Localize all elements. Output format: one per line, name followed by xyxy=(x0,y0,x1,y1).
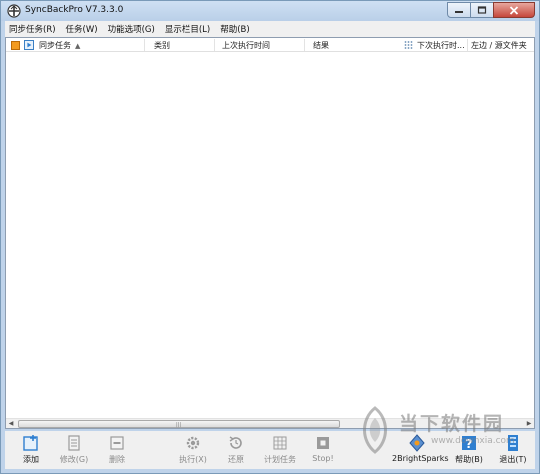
maximize-button[interactable] xyxy=(470,2,494,18)
close-icon xyxy=(509,5,519,15)
column-header-profile[interactable]: 同步任务 ▲ xyxy=(39,40,80,51)
restore-icon xyxy=(229,436,242,449)
svg-text:?: ? xyxy=(466,437,473,451)
column-header-type[interactable]: 类别 xyxy=(154,40,170,51)
brand-button[interactable]: 2BrightSparks xyxy=(392,434,449,468)
grip-icon: ||| xyxy=(176,422,182,428)
bottom-toolbar: 添加 修改(G) 删除 执行(X) 还原 计划任务 Stop! 2BrightS… xyxy=(5,431,535,469)
maximize-icon xyxy=(477,6,487,14)
gear-icon xyxy=(186,436,200,450)
title-bar[interactable]: SyncBackPro V7.3.3.0 xyxy=(1,1,539,21)
close-button[interactable] xyxy=(493,2,535,18)
modify-button[interactable]: 修改(G) xyxy=(52,434,96,468)
menu-bar: 同步任务(R) 任务(W) 功能选项(G) 显示栏目(L) 帮助(B) xyxy=(5,21,535,37)
column-divider[interactable] xyxy=(467,39,468,51)
add-button[interactable]: 添加 xyxy=(9,434,53,468)
schedule-button[interactable]: 计划任务 xyxy=(258,434,302,468)
exit-label: 退出(T) xyxy=(499,455,527,464)
help-icon: ? xyxy=(462,436,476,451)
run-button[interactable]: 执行(X) xyxy=(171,434,215,468)
schedule-icon xyxy=(273,436,287,450)
menu-sync-profiles[interactable]: 同步任务(R) xyxy=(9,23,56,35)
column-header-source[interactable]: 左边 / 源文件夹 xyxy=(471,40,527,51)
profile-status-icon[interactable] xyxy=(11,41,20,50)
column-divider[interactable] xyxy=(304,39,305,51)
schedule-label: 计划任务 xyxy=(264,455,296,464)
stop-icon xyxy=(317,437,329,449)
run-label: 执行(X) xyxy=(179,455,207,464)
list-header: 同步任务 ▲ 类别 上次执行时间 结果 下次执行时... 左边 / 源文件夹 xyxy=(6,38,534,52)
app-window: SyncBackPro V7.3.3.0 同步任务(R) 任务(W) 功能选项(… xyxy=(0,0,540,474)
app-logo-icon xyxy=(7,4,21,18)
brand-label: 2BrightSparks xyxy=(392,454,449,463)
column-header-result[interactable]: 结果 xyxy=(313,40,329,51)
stop-button[interactable]: Stop! xyxy=(301,434,345,468)
menu-options[interactable]: 功能选项(G) xyxy=(108,23,155,35)
delete-label: 删除 xyxy=(109,455,125,464)
add-label: 添加 xyxy=(23,455,39,464)
column-header-last-run[interactable]: 上次执行时间 xyxy=(222,40,270,51)
column-header-next-run[interactable]: 下次执行时... xyxy=(417,40,465,51)
minimize-button[interactable] xyxy=(447,2,471,18)
help-label: 帮助(B) xyxy=(455,455,483,464)
exit-button[interactable]: 退出(T) xyxy=(491,434,535,468)
exit-icon xyxy=(508,435,518,451)
scrollbar-thumb[interactable]: ||| xyxy=(18,420,340,428)
profile-list[interactable]: 同步任务 ▲ 类别 上次执行时间 结果 下次执行时... 左边 / 源文件夹 ◀ … xyxy=(5,37,535,429)
stop-label: Stop! xyxy=(312,454,334,463)
grid-dots-icon[interactable] xyxy=(404,40,413,50)
modify-label: 修改(G) xyxy=(59,455,89,464)
minimize-icon xyxy=(455,11,463,13)
column-divider[interactable] xyxy=(144,39,145,51)
column-divider[interactable] xyxy=(214,39,215,51)
modify-icon xyxy=(68,435,80,451)
sort-ascending-icon: ▲ xyxy=(75,42,81,50)
add-profile-icon xyxy=(23,435,38,451)
scroll-left-icon[interactable]: ◀ xyxy=(6,419,16,429)
help-button[interactable]: ? 帮助(B) xyxy=(447,434,491,468)
menu-help[interactable]: 帮助(B) xyxy=(220,23,249,35)
delete-icon xyxy=(110,436,124,450)
menu-task[interactable]: 任务(W) xyxy=(66,23,98,35)
restore-button[interactable]: 还原 xyxy=(214,434,258,468)
brand-logo-icon xyxy=(409,434,425,452)
restore-label: 还原 xyxy=(228,455,244,464)
window-title: SyncBackPro V7.3.3.0 xyxy=(25,5,124,15)
play-icon[interactable] xyxy=(24,40,34,50)
scroll-right-icon[interactable]: ▶ xyxy=(524,419,534,429)
delete-button[interactable]: 删除 xyxy=(95,434,139,468)
menu-columns[interactable]: 显示栏目(L) xyxy=(165,23,210,35)
horizontal-scrollbar[interactable]: ◀ ||| ▶ xyxy=(6,418,534,428)
